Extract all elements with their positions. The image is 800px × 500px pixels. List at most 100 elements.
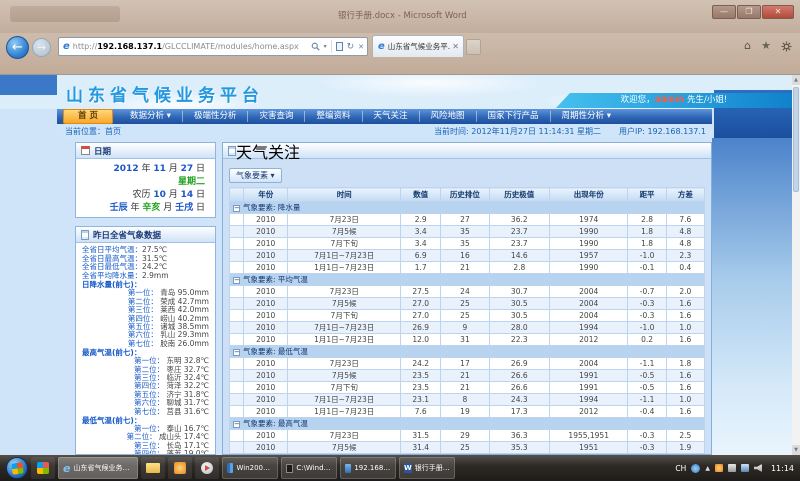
console-icon	[286, 464, 293, 473]
url-text[interactable]: http://192.168.137.1/GLCCLIMATE/modules/…	[73, 42, 311, 51]
table-group-row[interactable]: −气象要素: 最高气温	[230, 418, 705, 430]
autocomplete-dropdown-icon[interactable]: ▾	[324, 43, 327, 50]
taskbar-media-app[interactable]	[195, 457, 219, 479]
maximize-button[interactable]: ❐	[737, 5, 761, 19]
collapse-icon[interactable]: −	[233, 205, 240, 212]
nav-item-数据分析[interactable]: 数据分析 ▾	[119, 111, 183, 122]
update-icon[interactable]	[715, 464, 723, 472]
taskbar-ie-window[interactable]: e 山东省气候业务平...	[58, 457, 138, 479]
remote-icon	[345, 464, 351, 473]
cell: 25	[441, 310, 489, 322]
taskbar-pinned-app[interactable]	[31, 457, 55, 479]
date-line: 星期二	[76, 176, 205, 189]
scroll-up-arrow[interactable]: ▲	[792, 75, 800, 85]
taskbar-window-remote[interactable]: 192.168.59.99...	[340, 457, 396, 479]
cell: 21	[441, 262, 489, 274]
cell: 26.9	[489, 358, 549, 370]
table-group-row[interactable]: −气象要素: 降水量	[230, 202, 705, 214]
nav-item-风险地图[interactable]: 风险地图	[420, 111, 477, 122]
flag-icon[interactable]	[728, 464, 736, 472]
stat-value: 2.9mm	[142, 271, 169, 280]
vertical-scrollbar[interactable]: ▲ ▼	[792, 75, 800, 455]
tab-close-icon[interactable]: ✕	[452, 42, 459, 51]
new-tab-button[interactable]	[466, 39, 481, 55]
settings-gear-icon[interactable]	[781, 41, 792, 52]
table-row: 20107月5候23.52126.61991-0.51.6	[230, 370, 705, 382]
search-icon[interactable]	[311, 42, 320, 51]
taskbar-orange-app[interactable]	[168, 457, 192, 479]
minimize-button[interactable]: —	[712, 5, 736, 19]
cell: 23.1	[401, 394, 441, 406]
refresh-icon[interactable]: ↻	[347, 42, 355, 52]
forward-button[interactable]: →	[32, 38, 51, 57]
taskbar-clock[interactable]: 11:14	[771, 464, 794, 473]
cell: 1月1日~7月23日	[288, 262, 401, 274]
main-panel-header: 天气关注	[223, 143, 711, 159]
table-header-3: 数值	[401, 188, 441, 202]
cell: 7月23日	[288, 286, 401, 298]
cell: 2010	[244, 262, 288, 274]
cell: 0.2	[628, 334, 666, 346]
date-panel-title: 日期	[94, 145, 111, 157]
nav-item-国家下行产品[interactable]: 国家下行产品	[477, 111, 551, 122]
cell: 21	[441, 370, 489, 382]
cell: 1.6	[666, 382, 704, 394]
cell: 22.3	[489, 334, 549, 346]
table-header-5: 历史极值	[489, 188, 549, 202]
network-icon[interactable]	[741, 464, 749, 472]
close-button[interactable]: ✕	[762, 5, 794, 19]
table-row: 20107月1日~7月23日6.91614.61957-1.02.3	[230, 250, 705, 262]
show-hidden-icons-arrow[interactable]: ▲	[705, 465, 710, 472]
table-group-row[interactable]: −气象要素: 最低气温	[230, 346, 705, 358]
collapse-icon[interactable]: −	[233, 277, 240, 284]
breadcrumb: 当前位置：首页	[65, 126, 434, 137]
cell: 23.7	[489, 238, 549, 250]
nav-item-首 页[interactable]: 首 页	[63, 109, 113, 124]
taskbar-window-word[interactable]: W银行手册.docx ...	[399, 457, 455, 479]
cell: 8	[441, 394, 489, 406]
row-expand-cell	[230, 406, 244, 418]
language-indicator[interactable]: CH	[675, 464, 686, 473]
taskbar-explorer[interactable]	[141, 457, 165, 479]
browser-tab[interactable]: e 山东省气候业务平... ✕	[372, 35, 464, 57]
weather-panel-header: 昨日全省气象数据	[76, 227, 215, 243]
nav-item-极端性分析[interactable]: 极端性分析	[183, 111, 249, 122]
cell: 25	[441, 442, 489, 454]
nav-item-天气关注[interactable]: 天气关注	[363, 111, 420, 122]
collapse-icon[interactable]: −	[233, 349, 240, 356]
volume-icon[interactable]	[754, 464, 762, 472]
row-expand-cell	[230, 322, 244, 334]
address-bar[interactable]: e http://192.168.137.1/GLCCLIMATE/module…	[58, 37, 368, 56]
start-button[interactable]	[6, 457, 28, 479]
cell: -0.4	[628, 406, 666, 418]
cell: 7月23日	[288, 358, 401, 370]
element-filter-button[interactable]: 气象要素 ▾	[229, 168, 282, 183]
cell: 36.2	[489, 214, 549, 226]
safety-icon[interactable]	[691, 464, 700, 473]
compatibility-view-icon[interactable]	[336, 42, 343, 51]
nav-item-整编资料[interactable]: 整编资料	[305, 111, 362, 122]
taskbar-window-console[interactable]: C:\Windows\s...	[281, 457, 337, 479]
background-window-title: 银行手册.docx - Microsoft Word	[338, 9, 467, 21]
cell: 2010	[244, 358, 288, 370]
cell: 2.9	[401, 214, 441, 226]
favorites-star-icon[interactable]: ★	[761, 39, 771, 53]
group-label: 气象要素: 最高气温	[243, 419, 308, 428]
home-icon[interactable]: ⌂	[744, 39, 751, 53]
scroll-down-arrow[interactable]: ▼	[792, 445, 800, 455]
nav-item-灾害查询[interactable]: 灾害查询	[248, 111, 305, 122]
scrollbar-thumb[interactable]	[793, 87, 799, 192]
table-row: 20101月1日~7月23日12.03122.320120.21.6	[230, 334, 705, 346]
cell: 30.5	[489, 310, 549, 322]
date-panel-header: 日期	[76, 143, 215, 159]
stop-icon[interactable]: ✕	[358, 43, 364, 51]
collapse-icon[interactable]: −	[233, 421, 240, 428]
nav-item-周期性分析[interactable]: 周期性分析 ▾	[551, 111, 622, 122]
table-row: 20107月1日~7月23日26.9928.01994-1.01.0	[230, 322, 705, 334]
row-expand-cell	[230, 250, 244, 262]
back-button[interactable]: ←	[6, 36, 29, 59]
weather-table-head: 年份时间数值历史排位历史极值出现年份距平方差	[230, 188, 705, 202]
taskbar-window-winlogo[interactable]: Win2008 (VS2...	[222, 457, 278, 479]
table-group-row[interactable]: −气象要素: 平均气温	[230, 274, 705, 286]
user-ip: 用户IP: 192.168.137.1	[619, 126, 706, 137]
